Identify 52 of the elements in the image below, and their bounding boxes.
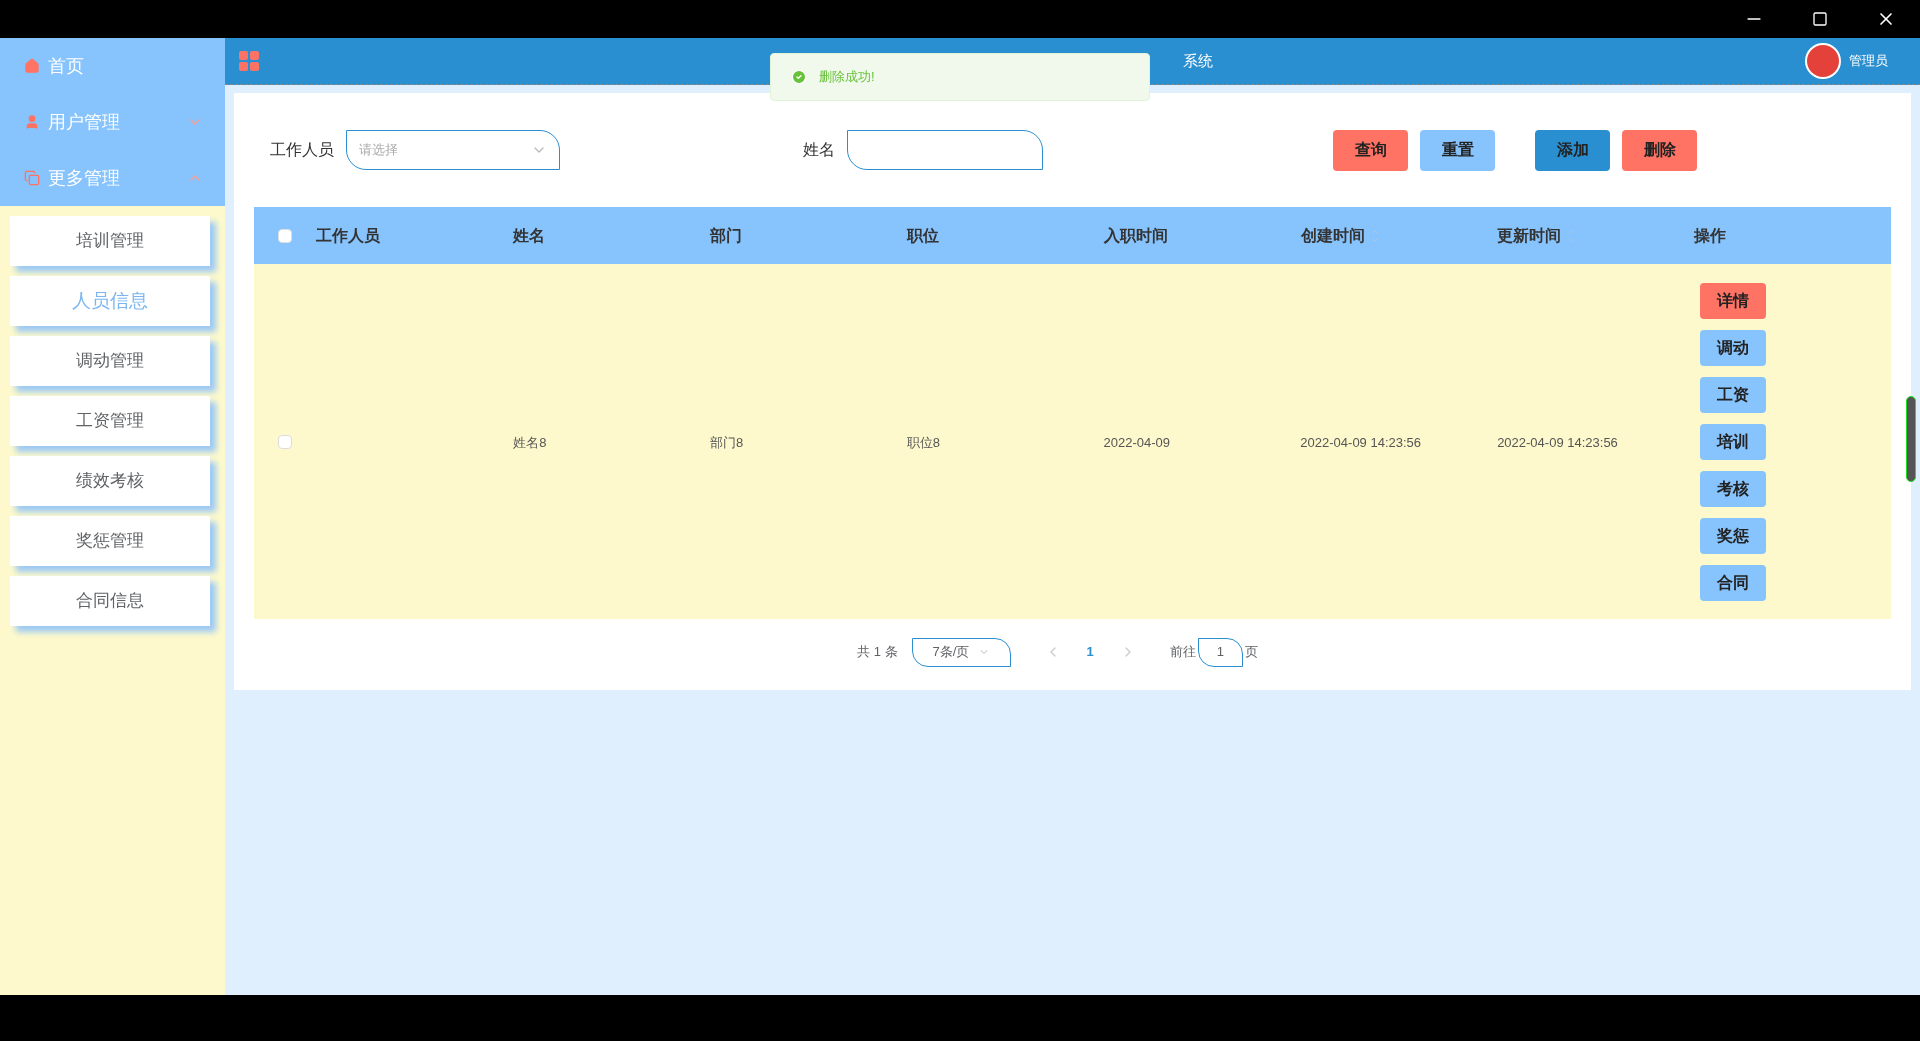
column-header[interactable]: 更新时间 (1497, 223, 1578, 248)
table-cell: 2022-04-09 14:23:56 (1300, 434, 1422, 450)
filter-label: 工作人员 (270, 140, 334, 160)
submenu-item[interactable]: 培训管理 (10, 216, 210, 266)
action-button[interactable]: 调动 (1699, 329, 1766, 366)
table-cell: 2022-04-09 14:23:56 (1497, 434, 1618, 450)
submenu-item[interactable]: 调动管理 (10, 336, 210, 386)
table-cell: 姓名8 (513, 434, 547, 450)
name-input[interactable] (847, 130, 1043, 170)
column-header: 职位 (906, 225, 939, 246)
home-icon (24, 58, 40, 74)
user-icon (24, 114, 40, 130)
submenu-item[interactable]: 绩效考核 (10, 456, 210, 506)
goto-page-input[interactable]: 1 (1197, 637, 1243, 667)
column-header[interactable]: 创建时间 (1300, 223, 1381, 248)
page-suffix: 页 (1244, 643, 1258, 662)
column-header: 入职时间 (1103, 225, 1168, 246)
column-header: 姓名 (513, 225, 546, 246)
submenu-item[interactable]: 奖惩管理 (10, 516, 210, 566)
action-button[interactable]: 考核 (1699, 470, 1766, 507)
table-cell: 部门8 (710, 434, 744, 450)
select-all-checkbox[interactable] (278, 228, 293, 243)
page-size-select[interactable]: 7条/页 (911, 637, 1011, 667)
action-button[interactable]: 培训 (1699, 423, 1766, 460)
action-button[interactable]: 详情 (1699, 282, 1766, 319)
user-name[interactable]: 管理员 (1849, 51, 1888, 71)
action-button[interactable]: 合同 (1699, 564, 1766, 601)
column-header: 工作人员 (316, 225, 381, 246)
table-cell: 职位8 (906, 434, 940, 450)
page-number[interactable]: 1 (1074, 642, 1106, 662)
restore-icon[interactable] (1812, 11, 1828, 27)
toolbar-button[interactable]: 查询 (1333, 129, 1408, 171)
action-button[interactable]: 工资 (1699, 376, 1766, 413)
total-count: 共 1 条 (857, 643, 898, 662)
goto-label: 前往 (1169, 643, 1196, 662)
toolbar-button[interactable]: 删除 (1622, 129, 1697, 171)
column-header: 部门 (710, 225, 743, 246)
table-cell: 2022-04-09 (1103, 434, 1171, 450)
copy-icon (24, 170, 40, 186)
success-icon (791, 69, 807, 85)
submenu-item[interactable]: 工资管理 (10, 396, 210, 446)
submenu-item[interactable]: 合同信息 (10, 576, 210, 626)
toolbar-button[interactable]: 添加 (1535, 129, 1610, 171)
toast-message: 删除成功! (770, 53, 1150, 101)
avatar-icon (1805, 43, 1841, 79)
grid-icon[interactable] (237, 49, 261, 73)
column-header: 操作 (1694, 225, 1727, 246)
action-button[interactable]: 奖惩 (1699, 517, 1766, 554)
toolbar-button[interactable]: 重置 (1420, 129, 1495, 171)
filter-label: 姓名 (803, 140, 835, 160)
window-title: 系统 (1183, 50, 1213, 71)
row-checkbox[interactable] (278, 434, 293, 449)
